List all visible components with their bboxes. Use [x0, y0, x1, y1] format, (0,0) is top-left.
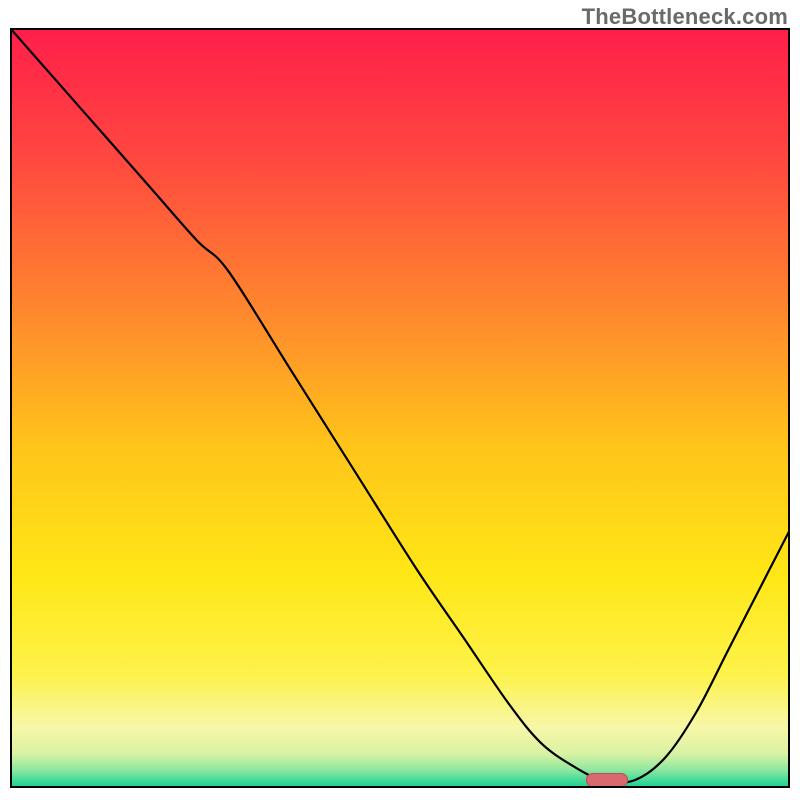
watermark-text: TheBottleneck.com: [582, 4, 788, 30]
plot-area: [10, 28, 790, 788]
curve-line: [10, 28, 790, 783]
marker-pill: [586, 773, 628, 787]
curve-layer: [10, 28, 790, 788]
chart-stage: TheBottleneck.com: [0, 0, 800, 800]
